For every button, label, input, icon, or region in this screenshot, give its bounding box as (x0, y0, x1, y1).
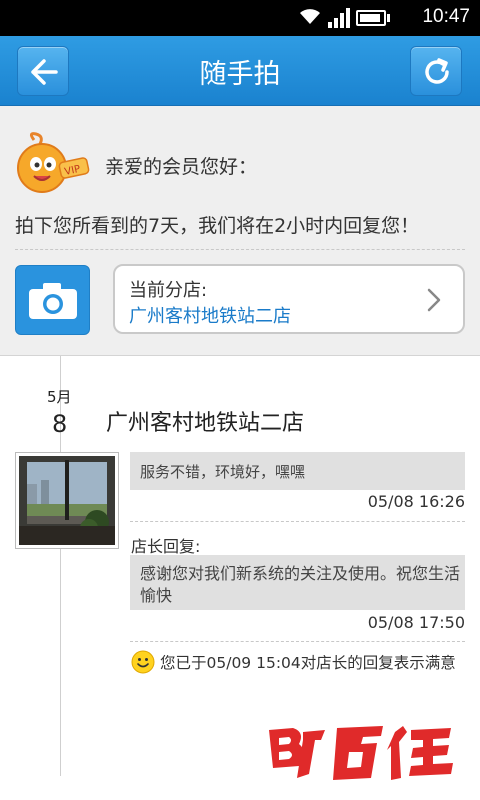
intro-panel: VIP 亲爱的会员您好： 拍下您所看到的7天，我们将在2小时内回复您！ 当前分店… (0, 106, 480, 356)
brand-logo (269, 726, 453, 780)
vip-mascot-icon: VIP (17, 132, 90, 193)
comment-timestamp: 05/08 16:26 (367, 492, 465, 511)
post-store-name: 广州客村地铁站二店 (106, 411, 305, 436)
divider (15, 249, 465, 250)
camera-button[interactable] (15, 265, 90, 335)
greeting-text: 亲爱的会员您好： (105, 156, 258, 178)
store-name: 广州客村地铁站二店 (129, 306, 291, 327)
comment-text: 服务不错，环境好，嘿嘿 (140, 463, 306, 481)
reply-bubble: 感谢您对我们新系统的关注及使用。祝您生活愉快 (130, 555, 465, 610)
reply-label: 店长回复: (131, 537, 201, 556)
reply-text: 感谢您对我们新系统的关注及使用。祝您生活愉快 (140, 564, 461, 605)
clock: 10:47 (422, 6, 470, 27)
signal-icon (328, 8, 350, 28)
wifi-icon (300, 9, 320, 24)
photo-thumbnail (19, 456, 115, 545)
comment-bubble: 服务不错，环境好，嘿嘿 (130, 452, 465, 490)
store-label: 当前分店: (129, 280, 208, 301)
divider (130, 641, 465, 642)
divider (130, 521, 465, 522)
intro-text: 拍下您所看到的7天，我们将在2小时内回复您！ (15, 215, 420, 237)
battery-icon (356, 10, 386, 26)
reply-timestamp: 05/08 17:50 (367, 613, 465, 632)
page-title: 随手拍 (199, 59, 281, 90)
refresh-icon (425, 58, 449, 84)
chevron-right-icon (427, 288, 441, 312)
post-month: 5月 (47, 388, 72, 406)
camera-icon (29, 283, 77, 319)
post-photo[interactable] (15, 452, 119, 549)
smiley-icon (131, 650, 155, 674)
refresh-button[interactable] (410, 46, 462, 96)
status-bar: 10:47 (0, 0, 480, 36)
satisfaction-text: 您已于05/09 15:04对店长的回复表示满意 (160, 654, 456, 672)
post-day: 8 (52, 410, 68, 438)
title-bar: 随手拍 (0, 36, 480, 106)
store-selector[interactable]: 当前分店: 广州客村地铁站二店 (113, 264, 465, 334)
